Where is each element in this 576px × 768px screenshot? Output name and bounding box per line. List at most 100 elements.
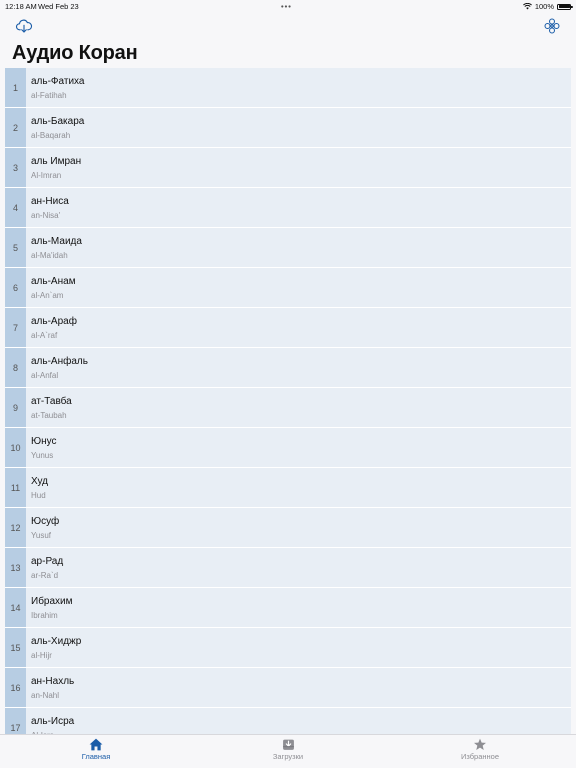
star-icon bbox=[474, 738, 486, 750]
surah-row[interactable]: 9 ат-Тавба at-Taubah bbox=[5, 388, 571, 428]
surah-row[interactable]: 3 аль Имран Al-Imran bbox=[5, 148, 571, 188]
surah-name-ru: аль Имран bbox=[31, 156, 82, 167]
surah-name-ru: аль-Хиджр bbox=[31, 636, 82, 647]
tab-bar: Главная Загрузки Избранное bbox=[0, 734, 576, 768]
tab-favorites[interactable]: Избранное bbox=[440, 738, 520, 761]
surah-name-latin: Ibrahim bbox=[31, 611, 58, 620]
surah-number: 14 bbox=[5, 588, 26, 627]
surah-name-latin: ar-Ra`d bbox=[31, 571, 59, 580]
surah-name-latin: Yusuf bbox=[31, 531, 52, 540]
multitasking-dots[interactable]: ••• bbox=[281, 2, 292, 11]
tab-home-label: Главная bbox=[81, 752, 111, 761]
tab-downloads-label: Загрузки bbox=[272, 752, 304, 761]
surah-row[interactable]: 14 Ибрахим Ibrahim bbox=[5, 588, 571, 628]
surah-names: аль Имран Al-Imran bbox=[26, 148, 81, 187]
surah-number: 10 bbox=[5, 428, 26, 467]
surah-name-latin: al-Hijr bbox=[31, 651, 52, 660]
surah-number: 6 bbox=[5, 268, 26, 307]
surah-names: аль-Маида al-Ma'idah bbox=[26, 228, 82, 267]
surah-name-latin: al-Baqarah bbox=[31, 131, 71, 140]
surah-number: 8 bbox=[5, 348, 26, 387]
surah-row[interactable]: 5 аль-Маида al-Ma'idah bbox=[5, 228, 571, 268]
surah-name-ru: ар-Рад bbox=[31, 556, 64, 567]
surah-row[interactable]: 17аль-ИсраAl-Isra bbox=[5, 708, 571, 734]
surah-name-latin: Hud bbox=[31, 491, 46, 500]
surah-name-ru: Худ bbox=[31, 476, 48, 487]
surah-row[interactable]: 13 ар-Рад ar-Ra`d bbox=[5, 548, 571, 588]
tab-downloads[interactable]: Загрузки bbox=[248, 738, 328, 761]
surah-name-latin: al-A`raf bbox=[31, 331, 58, 340]
battery-percent: 100% bbox=[534, 2, 554, 11]
surah-number: 9 bbox=[5, 388, 26, 427]
surah-names: Ибрахим Ibrahim bbox=[26, 588, 73, 627]
surah-row[interactable]: 10 Юнус Yunus bbox=[5, 428, 571, 468]
wifi-icon bbox=[522, 3, 532, 10]
surah-number: 15 bbox=[5, 628, 26, 667]
surah-row[interactable]: 12 Юсуф Yusuf bbox=[5, 508, 571, 548]
surah-names: Юсуф Yusuf bbox=[26, 508, 59, 547]
surah-name-latin: at-Taubah bbox=[31, 411, 67, 420]
surah-row[interactable]: 2 аль-Бакара al-Baqarah bbox=[5, 108, 571, 148]
surah-names: аль-Бакара al-Baqarah bbox=[26, 108, 84, 147]
page-title: Аудио Коран bbox=[12, 42, 138, 64]
surah-name-ru: аль-Фатиха bbox=[31, 76, 85, 87]
surah-number: 1 bbox=[5, 68, 26, 107]
surah-number: 13 bbox=[5, 548, 26, 587]
surah-name-latin: al-Ma'idah bbox=[31, 251, 68, 260]
surah-names: Юнус Yunus bbox=[26, 428, 57, 467]
status-bar: 12:18 AM Wed Feb 23 ••• 100% bbox=[0, 0, 576, 14]
surah-name-latin: al-An`am bbox=[31, 291, 64, 300]
cloud-download-icon[interactable] bbox=[15, 17, 33, 35]
surah-number: 4 bbox=[5, 188, 26, 227]
surah-name-ru: ат-Тавба bbox=[31, 396, 72, 407]
status-right: 100% bbox=[522, 2, 573, 11]
surah-names: ан-Ниса an-Nisa' bbox=[26, 188, 69, 227]
surah-name-ru: Юсуф bbox=[31, 516, 60, 527]
surah-row[interactable]: 1 аль-Фатиха al-Fatihah bbox=[5, 68, 571, 108]
settings-flower-icon[interactable] bbox=[543, 17, 561, 35]
surah-number: 7 bbox=[5, 308, 26, 347]
tab-favorites-label: Избранное bbox=[460, 752, 499, 761]
surah-name-latin: Al-Imran bbox=[31, 171, 62, 180]
surah-name-latin: al-Fatihah bbox=[31, 91, 67, 100]
surah-number: 12 bbox=[5, 508, 26, 547]
surah-number: 11 bbox=[5, 468, 26, 507]
surah-number: 3 bbox=[5, 148, 26, 187]
surah-name-ru: аль-Анфаль bbox=[31, 356, 88, 367]
surah-names: Худ Hud bbox=[26, 468, 48, 507]
surah-name-latin: al-Anfal bbox=[31, 371, 59, 380]
home-icon bbox=[89, 738, 103, 751]
surah-names: аль-Араф al-A`raf bbox=[26, 308, 77, 347]
surah-names: ат-Тавба at-Taubah bbox=[26, 388, 72, 427]
surah-row[interactable]: 6 аль-Анам al-An`am bbox=[5, 268, 571, 308]
surah-name-ru: аль-Бакара bbox=[31, 116, 85, 127]
tab-home[interactable]: Главная bbox=[56, 738, 136, 761]
surah-name-latin: an-Nisa' bbox=[31, 211, 61, 220]
surah-number: 5 bbox=[5, 228, 26, 267]
surah-row[interactable]: 11 Худ Hud bbox=[5, 468, 571, 508]
surah-name-ru: аль-Маида bbox=[31, 236, 82, 247]
surah-names: ан-Нахль an-Nahl bbox=[26, 668, 74, 707]
surah-name-latin: an-Nahl bbox=[31, 691, 60, 700]
surah-name-ru: аль-Араф bbox=[31, 316, 77, 327]
surah-number: 17 bbox=[5, 708, 26, 734]
surah-names: аль-Хиджр al-Hijr bbox=[26, 628, 81, 667]
surah-name-ru: ан-Ниса bbox=[31, 196, 69, 207]
surah-names: ар-Рад ar-Ra`d bbox=[26, 548, 63, 587]
surah-list[interactable]: 1 аль-Фатиха al-Fatihah 2 аль-Бакара al-Baqar… bbox=[5, 68, 571, 734]
surah-row[interactable]: 4 ан-Ниса an-Nisa' bbox=[5, 188, 571, 228]
status-time: 12:18 AM bbox=[5, 2, 37, 11]
status-date: Wed Feb 23 bbox=[38, 2, 79, 11]
surah-number: 16 bbox=[5, 668, 26, 707]
battery-icon bbox=[557, 3, 573, 10]
surah-row[interactable]: 7 аль-Араф al-A`raf bbox=[5, 308, 571, 348]
surah-row[interactable]: 8 аль-Анфаль al-Anfal bbox=[5, 348, 571, 388]
surah-name-ru: аль-Анам bbox=[31, 276, 76, 287]
surah-row[interactable]: 16 ан-Нахль an-Nahl bbox=[5, 668, 571, 708]
surah-name-latin: Yunus bbox=[31, 451, 54, 460]
surah-name-ru: аль-Исра bbox=[31, 716, 75, 727]
surah-row[interactable]: 15 аль-Хиджр al-Hijr bbox=[5, 628, 571, 668]
surah-names: аль-Анфаль al-Anfal bbox=[26, 348, 88, 387]
surah-names: аль-Фатиха al-Fatihah bbox=[26, 68, 85, 107]
surah-number: 2 bbox=[5, 108, 26, 147]
